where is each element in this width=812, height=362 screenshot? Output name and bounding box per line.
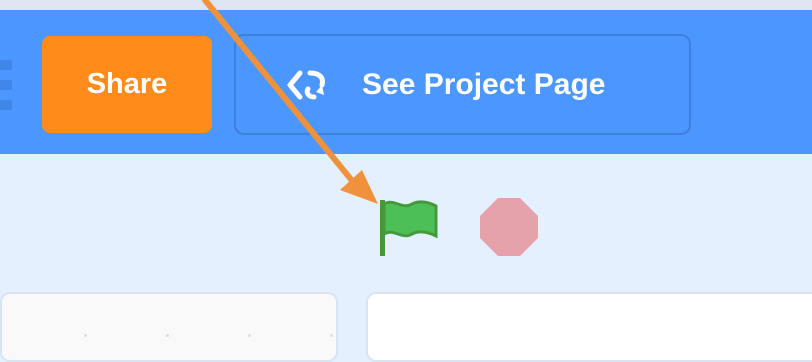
code-area-panel [0, 292, 338, 362]
green-flag-button[interactable] [372, 192, 442, 262]
menu-bar-top-edge [0, 0, 812, 10]
grid-dots [2, 334, 340, 338]
share-button[interactable]: Share [42, 36, 212, 133]
stage-panel [366, 292, 812, 362]
share-button-label: Share [86, 68, 168, 100]
stage-controls [0, 154, 812, 294]
menu-bar: Share See Project Page [0, 0, 812, 154]
stop-button[interactable] [478, 196, 540, 258]
menu-bar-stub [0, 60, 14, 120]
stop-sign-icon [480, 198, 538, 256]
remix-arrows-icon [286, 68, 328, 102]
see-project-page-button[interactable]: See Project Page [234, 34, 691, 135]
green-flag-icon [380, 200, 438, 256]
see-project-page-label: See Project Page [362, 67, 606, 101]
